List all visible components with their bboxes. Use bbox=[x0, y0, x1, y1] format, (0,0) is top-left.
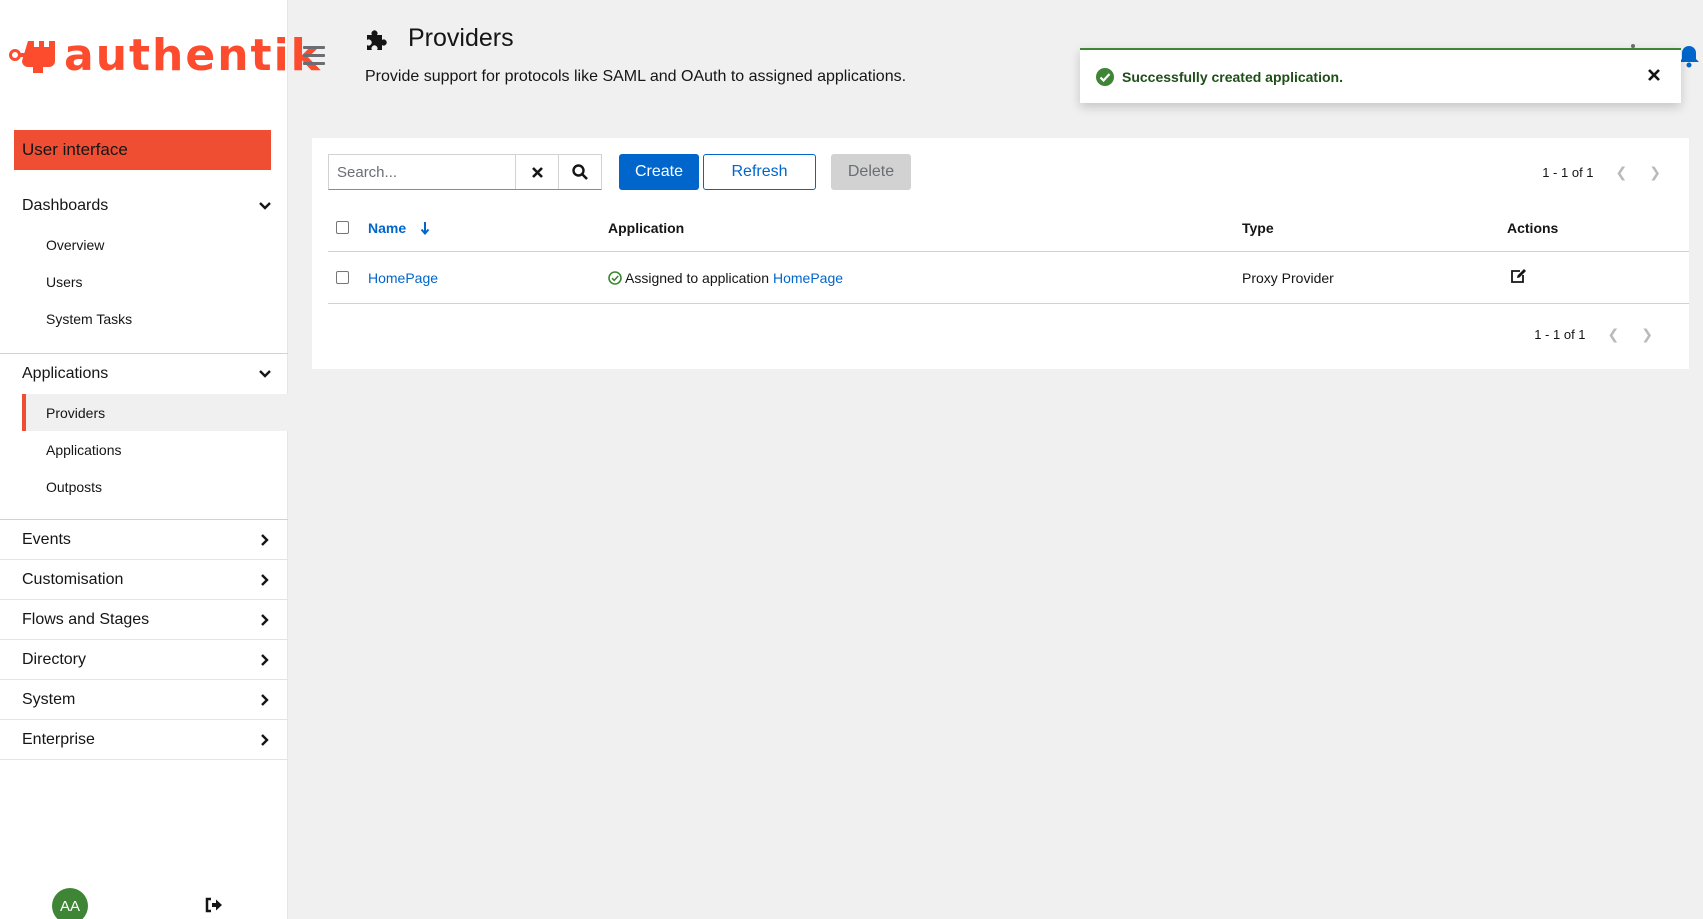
nav-flows-and-stages[interactable]: Flows and Stages bbox=[0, 600, 288, 640]
delete-button[interactable]: Delete bbox=[831, 154, 911, 190]
edit-icon bbox=[1511, 269, 1526, 283]
refresh-button[interactable]: Refresh bbox=[703, 154, 816, 190]
column-name-sort[interactable]: Name bbox=[368, 220, 430, 236]
create-button[interactable]: Create bbox=[619, 154, 699, 190]
hamburger-menu-button[interactable] bbox=[303, 46, 325, 70]
close-icon[interactable] bbox=[1647, 68, 1661, 82]
chevron-right-icon bbox=[261, 573, 269, 586]
chevron-right-icon bbox=[261, 693, 269, 706]
nav-item-applications[interactable]: Applications bbox=[0, 431, 288, 468]
select-all-checkbox[interactable] bbox=[336, 221, 349, 234]
nav-directory-label: Directory bbox=[22, 650, 87, 668]
nav-section-applications: Applications Providers Applications Outp… bbox=[0, 354, 288, 505]
nav-item-outposts[interactable]: Outposts bbox=[0, 468, 288, 505]
chevron-right-icon[interactable]: ❯ bbox=[1641, 326, 1653, 343]
column-application: Application bbox=[608, 219, 685, 236]
page-description: Provide support for protocols like SAML … bbox=[365, 68, 907, 85]
nav-system[interactable]: System bbox=[0, 680, 288, 720]
nav-customisation[interactable]: Customisation bbox=[0, 560, 288, 600]
provider-name-link[interactable]: HomePage bbox=[368, 270, 438, 286]
search-input[interactable] bbox=[329, 155, 515, 189]
nav-collapsed-list: Events Customisation Flows and Stages Di… bbox=[0, 519, 288, 760]
nav-item-overview[interactable]: Overview bbox=[0, 226, 288, 263]
brand-name: authentik bbox=[64, 29, 322, 81]
toast-message: Successfully created application. bbox=[1122, 68, 1343, 85]
close-icon bbox=[531, 166, 543, 178]
bell-icon[interactable] bbox=[1678, 44, 1700, 68]
pagination-label-bottom: 1 - 1 of 1 bbox=[1534, 327, 1586, 342]
clear-search-button[interactable] bbox=[515, 155, 558, 189]
row-checkbox[interactable] bbox=[336, 271, 349, 284]
column-type: Type bbox=[1242, 219, 1274, 236]
nav-flows-and-stages-label: Flows and Stages bbox=[22, 610, 150, 628]
providers-table: Name Application Type Actions HomePage A… bbox=[328, 204, 1689, 304]
nav-applications-toggle[interactable]: Applications bbox=[0, 354, 288, 394]
check-circle-outline-icon bbox=[608, 270, 622, 285]
page-title: Providers bbox=[408, 24, 514, 52]
chevron-right-icon bbox=[261, 733, 269, 746]
chevron-right-icon[interactable]: ❯ bbox=[1649, 164, 1661, 181]
chevron-right-icon bbox=[261, 653, 269, 666]
chevron-down-icon bbox=[259, 202, 271, 210]
pagination-top: 1 - 1 of 1 ❮ ❯ bbox=[1542, 164, 1661, 181]
nav-events-label: Events bbox=[22, 530, 71, 548]
sort-arrow-down-icon bbox=[420, 221, 430, 235]
check-circle-icon bbox=[1096, 67, 1114, 86]
nav-item-system-tasks[interactable]: System Tasks bbox=[0, 300, 288, 337]
column-name-label: Name bbox=[368, 219, 407, 236]
nav-applications-label: Applications bbox=[22, 365, 109, 382]
application-cell: Assigned to application HomePage bbox=[608, 270, 843, 286]
user-interface-button[interactable]: User interface bbox=[14, 130, 271, 170]
nav-section-dashboards: Dashboards Overview Users System Tasks bbox=[0, 186, 288, 337]
nav-dashboards-label: Dashboards bbox=[22, 197, 109, 214]
edit-button[interactable] bbox=[1510, 268, 1527, 287]
success-toast: Successfully created application. bbox=[1080, 48, 1681, 103]
nav-enterprise-label: Enterprise bbox=[22, 730, 95, 748]
type-cell: Proxy Provider bbox=[1242, 269, 1334, 286]
pagination-bottom: 1 - 1 of 1 ❮ ❯ bbox=[1534, 326, 1653, 343]
authentik-logo-icon bbox=[9, 41, 55, 73]
nav-customisation-label: Customisation bbox=[22, 570, 124, 588]
nav-directory[interactable]: Directory bbox=[0, 640, 288, 680]
brand-logo[interactable]: authentik bbox=[8, 29, 322, 81]
providers-card: Create Refresh Delete 1 - 1 of 1 ❮ ❯ Nam… bbox=[312, 138, 1689, 369]
search-icon bbox=[572, 164, 588, 180]
pagination-label: 1 - 1 of 1 bbox=[1542, 165, 1594, 180]
puzzle-icon bbox=[367, 30, 387, 50]
search-button[interactable] bbox=[558, 155, 601, 189]
nav-dashboards-toggle[interactable]: Dashboards bbox=[0, 186, 288, 226]
logout-icon[interactable] bbox=[205, 897, 223, 913]
search-group bbox=[328, 154, 602, 190]
assigned-text: Assigned to application bbox=[625, 269, 769, 286]
chevron-right-icon bbox=[261, 613, 269, 626]
user-avatar[interactable]: AA bbox=[52, 888, 88, 919]
application-link[interactable]: HomePage bbox=[773, 270, 843, 286]
nav-system-label: System bbox=[22, 690, 76, 708]
column-actions: Actions bbox=[1507, 219, 1559, 236]
chevron-down-icon bbox=[259, 370, 271, 378]
table-header: Name Application Type Actions bbox=[328, 204, 1689, 252]
table-row: HomePage Assigned to application HomePag… bbox=[328, 252, 1689, 304]
chevron-left-icon[interactable]: ❮ bbox=[1616, 164, 1628, 181]
nav-item-providers[interactable]: Providers bbox=[22, 394, 288, 431]
chevron-left-icon[interactable]: ❮ bbox=[1608, 326, 1620, 343]
nav-events[interactable]: Events bbox=[0, 520, 288, 560]
chevron-right-icon bbox=[261, 533, 269, 546]
nav-item-users[interactable]: Users bbox=[0, 263, 288, 300]
nav-enterprise[interactable]: Enterprise bbox=[0, 720, 288, 760]
sidebar: authentik User interface Dashboards Over… bbox=[0, 0, 320, 919]
